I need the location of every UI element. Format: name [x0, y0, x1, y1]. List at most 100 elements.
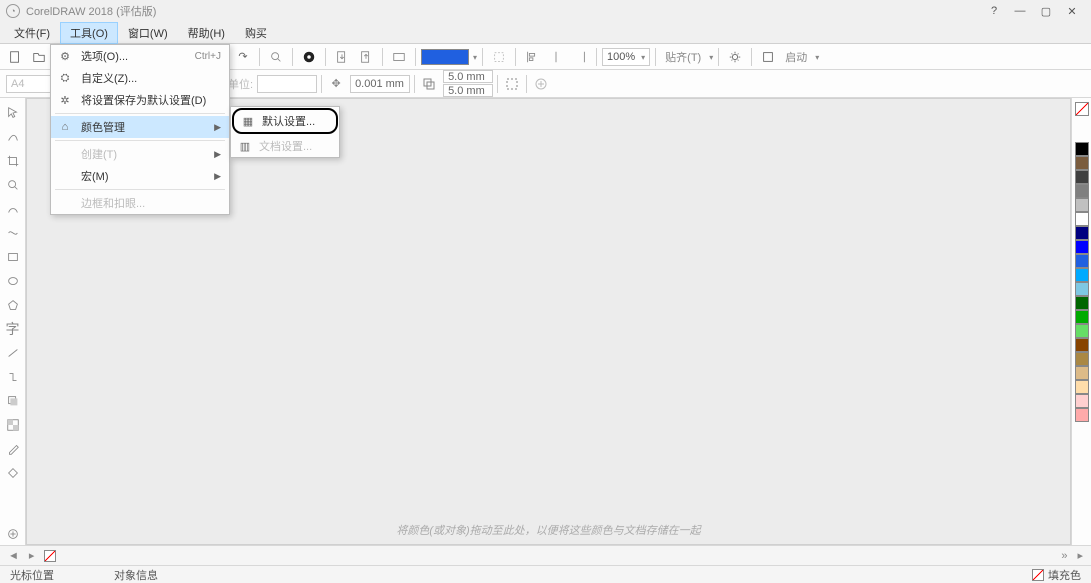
duplicate-y-field[interactable]: 5.0 mm [443, 84, 493, 97]
treat-as-filled-button[interactable] [502, 74, 522, 94]
search-button[interactable] [265, 46, 287, 68]
crop-tool[interactable] [2, 150, 24, 172]
palette-swatch[interactable] [1075, 338, 1089, 352]
artistic-media-tool[interactable] [2, 222, 24, 244]
freehand-tool[interactable] [2, 198, 24, 220]
rectangle-tool[interactable] [2, 246, 24, 268]
nudge-field[interactable]: 0.001 mm [350, 75, 410, 93]
palette-swatch[interactable] [1075, 156, 1089, 170]
menu-buy[interactable]: 购买 [235, 22, 277, 44]
page-size-combo[interactable]: A4 [6, 75, 54, 93]
shape-tool[interactable] [2, 126, 24, 148]
fill-swatch[interactable] [421, 49, 469, 65]
no-color-swatch[interactable] [1075, 102, 1089, 116]
menu-options[interactable]: ⚙ 选项(O)... Ctrl+J [51, 45, 229, 67]
zoom-tool[interactable] [2, 174, 24, 196]
palette-swatch[interactable] [1075, 324, 1089, 338]
export-button[interactable] [355, 46, 377, 68]
status-bar: 光标位置 对象信息 填充色 [0, 565, 1091, 583]
duplicate-x-field[interactable]: 5.0 mm [443, 70, 493, 83]
new-doc-button[interactable] [4, 46, 26, 68]
maximize-button[interactable]: ▢ [1033, 2, 1059, 20]
close-button[interactable]: ✕ [1059, 2, 1085, 20]
submenu-document-settings: ▥ 文档设置... [231, 135, 339, 157]
import-button[interactable] [331, 46, 353, 68]
palette-swatch[interactable] [1075, 380, 1089, 394]
doc-settings-icon: ▥ [237, 140, 253, 153]
palette-swatch[interactable] [1075, 226, 1089, 240]
options-gear-button[interactable] [724, 46, 746, 68]
align-left-button[interactable] [521, 46, 543, 68]
palette-swatch[interactable] [1075, 366, 1089, 380]
color-management-submenu: ▦ 默认设置... ▥ 文档设置... [230, 106, 340, 158]
palette-swatch[interactable] [1075, 282, 1089, 296]
save-gear-icon: ✲ [57, 94, 73, 107]
palette-swatch[interactable] [1075, 170, 1089, 184]
zoom-combo[interactable]: 100% [602, 48, 650, 66]
help-button[interactable]: ? [981, 2, 1007, 20]
pick-tool[interactable] [2, 102, 24, 124]
duplicate-icon [419, 74, 439, 94]
fill-swatch-dropdown[interactable] [471, 51, 477, 63]
menu-color-management[interactable]: ⌂ 颜色管理 ▶ [51, 116, 229, 138]
redo-button[interactable]: ↷ [232, 46, 254, 68]
palette-swatch[interactable] [1075, 310, 1089, 324]
ellipse-tool[interactable] [2, 270, 24, 292]
snap-to-dropdown[interactable] [707, 51, 713, 63]
eyedropper-tool[interactable] [2, 438, 24, 460]
fill-tool[interactable] [2, 462, 24, 484]
page-forward-button[interactable]: ▸ [29, 549, 35, 562]
app-logo-icon: ◔ [6, 4, 20, 18]
zoom-value: 100% [607, 51, 635, 63]
connector-tool[interactable] [2, 366, 24, 388]
no-fill-indicator[interactable] [44, 550, 56, 562]
text-tool[interactable]: 字 [2, 318, 24, 340]
cursor-position-label: 光标位置 [10, 567, 54, 583]
launch-dropdown[interactable] [813, 51, 819, 63]
palette-swatch[interactable] [1075, 296, 1089, 310]
launch-label: 启动 [781, 49, 811, 65]
palette-swatch[interactable] [1075, 142, 1089, 156]
submenu-default-settings[interactable]: ▦ 默认设置... [234, 110, 336, 132]
launch-icon[interactable] [757, 46, 779, 68]
palette-swatch[interactable] [1075, 254, 1089, 268]
palette-swatch[interactable] [1075, 240, 1089, 254]
open-doc-button[interactable] [28, 46, 50, 68]
publish-button[interactable] [388, 46, 410, 68]
titlebar: ◔ CorelDRAW 2018 (评估版) ? — ▢ ✕ [0, 0, 1091, 22]
palette-swatch[interactable] [1075, 394, 1089, 408]
object-info-label: 对象信息 [114, 567, 158, 583]
drop-hint-text: 将颜色(或对象)拖动至此处，以便将这些颜色与文档存储在一起 [396, 522, 700, 538]
polygon-tool[interactable] [2, 294, 24, 316]
palette-swatch[interactable] [1075, 408, 1089, 422]
add-preset-button[interactable] [531, 74, 551, 94]
parallel-dimension-tool[interactable] [2, 342, 24, 364]
page-back-button[interactable]: ◄ [8, 550, 19, 562]
palette-swatch[interactable] [1075, 352, 1089, 366]
target-icon[interactable] [298, 46, 320, 68]
minimize-button[interactable]: — [1007, 2, 1033, 20]
palette-swatch[interactable] [1075, 198, 1089, 212]
menu-file[interactable]: 文件(F) [4, 22, 60, 44]
menu-window[interactable]: 窗口(W) [118, 22, 178, 44]
scroll-right-button[interactable]: » [1061, 550, 1067, 562]
palette-options-button[interactable]: ▸ [1077, 549, 1083, 562]
snap-off-button[interactable] [488, 46, 510, 68]
units-combo[interactable] [257, 75, 317, 93]
quick-customize-button[interactable] [2, 523, 24, 545]
drop-shadow-tool[interactable] [2, 390, 24, 412]
menu-customize[interactable]: ⛭ 自定义(Z)... [51, 67, 229, 89]
palette-swatch[interactable] [1075, 184, 1089, 198]
transparency-tool[interactable] [2, 414, 24, 436]
menu-save-as-default[interactable]: ✲ 将设置保存为默认设置(D) [51, 89, 229, 111]
menu-tools[interactable]: 工具(O) [60, 22, 118, 44]
palette-swatch[interactable] [1075, 212, 1089, 226]
nudge-icon: ✥ [326, 74, 346, 94]
align-right-button[interactable] [569, 46, 591, 68]
menu-macros[interactable]: 宏(M) ▶ [51, 165, 229, 187]
snap-to-label: 贴齐(T) [661, 49, 705, 65]
menu-help[interactable]: 帮助(H) [178, 22, 235, 44]
align-center-button[interactable] [545, 46, 567, 68]
gear-icon: ⚙ [57, 50, 73, 63]
palette-swatch[interactable] [1075, 268, 1089, 282]
